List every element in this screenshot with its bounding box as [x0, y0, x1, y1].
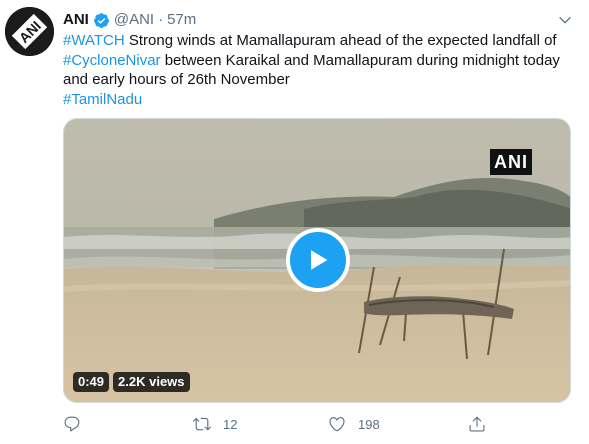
author-handle[interactable]: @ANI — [114, 10, 154, 30]
like-icon — [329, 417, 345, 432]
tweet-header: ANI @ANI · 57m — [63, 9, 196, 31]
tweet-actions: 12 198 — [63, 412, 503, 436]
retweet-icon — [193, 417, 211, 431]
share-button[interactable] — [468, 412, 486, 436]
ani-avatar-logo: ANI — [5, 7, 54, 56]
hashtag-cyclonenivar[interactable]: #CycloneNivar — [63, 52, 161, 69]
tweet-line-3: and early hours of 26th November — [63, 71, 290, 88]
chevron-down-icon[interactable] — [555, 10, 575, 30]
reply-icon — [64, 416, 80, 432]
tweet-timestamp[interactable]: 57m — [167, 10, 196, 30]
retweet-button[interactable]: 12 — [193, 412, 237, 436]
tweet-text: #WATCH Strong winds at Mamallapuram ahea… — [63, 31, 578, 109]
avatar[interactable]: ANI — [5, 7, 54, 56]
like-button[interactable]: 198 — [328, 412, 380, 436]
video-badges: 0:49 2.2K views — [73, 372, 190, 392]
separator-dot: · — [158, 11, 164, 28]
verified-badge-icon — [93, 12, 110, 29]
tweet-line-2-text: between Karaikal and Mamallapuram during… — [160, 51, 560, 69]
retweet-count: 12 — [223, 416, 238, 432]
hashtag-tamilnadu[interactable]: #TamilNadu — [63, 91, 142, 108]
play-icon — [311, 250, 328, 270]
tweet-line-4: #TamilNadu — [63, 90, 578, 110]
tweet-line-1: #WATCH Strong winds at Mamallapuram ahea… — [63, 31, 578, 51]
like-count: 198 — [358, 416, 380, 432]
author-name[interactable]: ANI — [63, 10, 89, 30]
tweet[interactable]: ANI ANI @ANI · 57m #WATCH Strong winds a… — [0, 0, 589, 444]
reply-button[interactable] — [63, 412, 93, 436]
video-views: 2.2K views — [113, 372, 190, 392]
ani-watermark: ANI — [490, 149, 532, 175]
tweet-line-1-text: Strong winds at Mamallapuram ahead of th… — [124, 32, 557, 49]
tweet-line-2: #CycloneNivar between Karaikal and Mamal… — [63, 51, 578, 71]
video-duration: 0:49 — [73, 372, 110, 392]
video-player[interactable]: ANI 0:49 2.2K views — [63, 118, 571, 403]
hashtag-watch[interactable]: #WATCH — [63, 32, 125, 49]
play-button[interactable] — [286, 228, 350, 292]
share-icon — [469, 416, 485, 432]
